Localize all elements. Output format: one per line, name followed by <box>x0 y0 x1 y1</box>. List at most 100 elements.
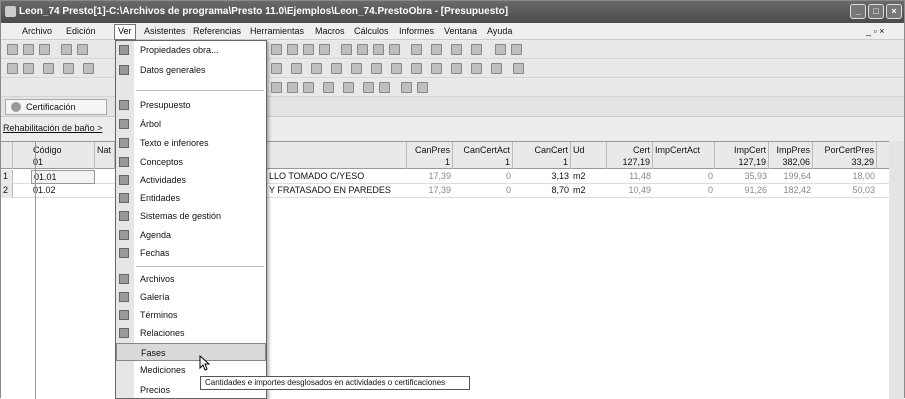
grid2-icon[interactable] <box>379 82 390 93</box>
menu-referencias[interactable]: Referencias <box>190 25 244 38</box>
new-icon[interactable] <box>7 44 18 55</box>
cell-impcertact[interactable]: 0 <box>653 170 715 184</box>
menu-item-presupuesto[interactable]: Presupuesto <box>116 96 266 114</box>
cell-codigo[interactable]: 01.02 <box>31 184 95 198</box>
menu-item-conceptos[interactable]: Conceptos <box>116 153 266 171</box>
close-button[interactable]: × <box>886 4 902 19</box>
header-canpres[interactable]: CanPres 1 <box>407 142 453 169</box>
menu-item-archivos[interactable]: Archivos <box>116 270 266 288</box>
last-icon[interactable] <box>389 44 400 55</box>
cell-cert[interactable]: 11,48 <box>607 170 653 184</box>
table-icon[interactable] <box>411 63 422 74</box>
menu-herramientas[interactable]: Herramientas <box>247 25 307 38</box>
menu-item-arbol[interactable]: Árbol <box>116 115 266 133</box>
cell-porcertpres[interactable]: 50,03 <box>813 184 877 198</box>
menu-item-datos-generales[interactable]: Datos generales <box>116 61 266 79</box>
grid-icon[interactable] <box>363 82 374 93</box>
cell-resumen[interactable]: Y FRATASADO EN PAREDES <box>267 184 407 198</box>
cell-imppres[interactable]: 199,64 <box>769 170 813 184</box>
help-icon[interactable] <box>417 82 428 93</box>
cell-impcert[interactable]: 91,26 <box>715 184 769 198</box>
cell-impcertact[interactable]: 0 <box>653 184 715 198</box>
menu-ventana[interactable]: Ventana <box>441 25 480 38</box>
menu-item-actividades[interactable]: Actividades <box>116 171 266 189</box>
paste-icon[interactable] <box>287 44 298 55</box>
cell-cert[interactable]: 10,49 <box>607 184 653 198</box>
tools-icon[interactable] <box>471 44 482 55</box>
cell-cancert[interactable]: 8,70 <box>513 184 571 198</box>
menu-edicion[interactable]: Edición <box>63 25 99 38</box>
chart-icon[interactable] <box>431 63 442 74</box>
gear2-icon[interactable] <box>371 63 382 74</box>
menu-item-sistemas[interactable]: Sistemas de gestión <box>116 207 266 225</box>
refresh-icon[interactable] <box>411 44 422 55</box>
menu-item-texto[interactable]: Texto e inferiores <box>116 134 266 152</box>
header-porcertpres[interactable]: PorCertPres 33,29 <box>813 142 877 169</box>
euro2-icon[interactable] <box>343 82 354 93</box>
header-impcertact[interactable]: ImpCertAct <box>653 142 715 169</box>
prev-icon[interactable] <box>357 44 368 55</box>
menu-asistentes[interactable]: Asistentes <box>141 25 189 38</box>
key-icon[interactable] <box>287 82 298 93</box>
delete-icon[interactable] <box>303 44 314 55</box>
people-icon[interactable] <box>271 82 282 93</box>
cell-resumen[interactable]: LLO TOMADO C/YESO <box>267 170 407 184</box>
cell-imppres[interactable]: 182,42 <box>769 184 813 198</box>
maximize-button[interactable]: □ <box>868 4 884 19</box>
header-cert[interactable]: Cert 127,19 <box>607 142 653 169</box>
menu-item-fechas[interactable]: Fechas <box>116 244 266 262</box>
menu-item-agenda[interactable]: Agenda <box>116 226 266 244</box>
save-icon[interactable] <box>39 44 50 55</box>
cell-canpres[interactable]: 17,39 <box>407 170 453 184</box>
menu-calculos[interactable]: Cálculos <box>351 25 392 38</box>
menu-item-propiedades[interactable]: Propiedades obra... <box>116 41 266 59</box>
menu-ver[interactable]: Ver <box>114 24 136 40</box>
header-impcert[interactable]: ImpCert 127,19 <box>715 142 769 169</box>
copy-icon[interactable] <box>271 44 282 55</box>
building-icon[interactable] <box>331 63 342 74</box>
menu-informes[interactable]: Informes <box>396 25 437 38</box>
header-imppres[interactable]: ImpPres 382,06 <box>769 142 813 169</box>
mdi-controls[interactable]: _ ▫ × <box>863 25 887 38</box>
cell-porcertpres[interactable]: 18,00 <box>813 170 877 184</box>
tab-certificacion[interactable]: Certificación <box>5 99 107 115</box>
data-icon[interactable] <box>23 63 34 74</box>
filter-icon[interactable] <box>431 44 442 55</box>
header-ud[interactable]: Ud <box>571 142 607 169</box>
menu-macros[interactable]: Macros <box>312 25 348 38</box>
home-icon[interactable] <box>7 63 18 74</box>
gear3-icon[interactable] <box>391 63 402 74</box>
header-codigo[interactable]: Código 01 <box>31 142 95 169</box>
cell-codigo[interactable]: 01.01 <box>31 170 95 184</box>
preview-icon[interactable] <box>77 44 88 55</box>
window-icon[interactable] <box>491 63 502 74</box>
menu-archivo[interactable]: Archivo <box>19 25 55 38</box>
tree-icon[interactable] <box>63 63 74 74</box>
breadcrumb[interactable]: Rehabilitación de baño > <box>3 123 102 133</box>
menu-item-relaciones[interactable]: Relaciones <box>116 324 266 342</box>
link-icon[interactable] <box>271 63 282 74</box>
box-icon[interactable] <box>303 82 314 93</box>
cell-canpres[interactable]: 17,39 <box>407 184 453 198</box>
menu-item-galeria[interactable]: Galería <box>116 288 266 306</box>
rows-icon[interactable] <box>511 44 522 55</box>
text-icon[interactable] <box>83 63 94 74</box>
first-icon[interactable] <box>341 44 352 55</box>
cell-impcert[interactable]: 35,93 <box>715 170 769 184</box>
cell-cancert[interactable]: 3,13 <box>513 170 571 184</box>
header-resumen[interactable] <box>267 142 407 169</box>
spell-icon[interactable] <box>451 44 462 55</box>
menu-item-terminos[interactable]: Términos <box>116 306 266 324</box>
header-nat[interactable]: Nat <box>95 142 115 169</box>
print-icon[interactable] <box>61 44 72 55</box>
gears-icon[interactable] <box>351 63 362 74</box>
cell-ud[interactable]: m2 <box>571 170 607 184</box>
columns-icon[interactable] <box>495 44 506 55</box>
header-cancertact[interactable]: CanCertAct 1 <box>453 142 513 169</box>
euro-icon[interactable] <box>323 82 334 93</box>
cell-cancertact[interactable]: 0 <box>453 184 513 198</box>
next-icon[interactable] <box>373 44 384 55</box>
cell-cancertact[interactable]: 0 <box>453 170 513 184</box>
find-icon[interactable] <box>319 44 330 55</box>
edit-icon[interactable] <box>451 63 462 74</box>
